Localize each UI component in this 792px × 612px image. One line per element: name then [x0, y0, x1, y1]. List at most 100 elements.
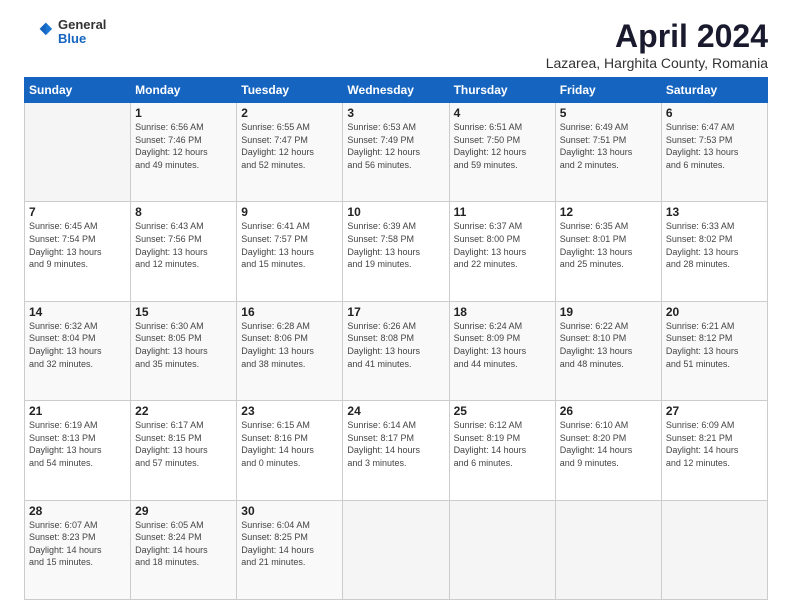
day-number: 13: [666, 205, 763, 219]
calendar-cell: 21Sunrise: 6:19 AMSunset: 8:13 PMDayligh…: [25, 401, 131, 500]
day-number: 30: [241, 504, 338, 518]
calendar-week-1: 1Sunrise: 6:56 AMSunset: 7:46 PMDaylight…: [25, 103, 768, 202]
calendar-cell: 22Sunrise: 6:17 AMSunset: 8:15 PMDayligh…: [131, 401, 237, 500]
day-number: 5: [560, 106, 657, 120]
column-header-wednesday: Wednesday: [343, 78, 449, 103]
logo-general: General: [58, 18, 106, 32]
day-number: 16: [241, 305, 338, 319]
calendar-cell: 20Sunrise: 6:21 AMSunset: 8:12 PMDayligh…: [661, 301, 767, 400]
calendar-cell: 9Sunrise: 6:41 AMSunset: 7:57 PMDaylight…: [237, 202, 343, 301]
calendar-cell: 12Sunrise: 6:35 AMSunset: 8:01 PMDayligh…: [555, 202, 661, 301]
day-info: Sunrise: 6:05 AMSunset: 8:24 PMDaylight:…: [135, 519, 232, 569]
column-header-saturday: Saturday: [661, 78, 767, 103]
page-subtitle: Lazarea, Harghita County, Romania: [546, 55, 768, 71]
day-info: Sunrise: 6:17 AMSunset: 8:15 PMDaylight:…: [135, 419, 232, 469]
logo-icon: [24, 18, 52, 46]
column-header-sunday: Sunday: [25, 78, 131, 103]
day-info: Sunrise: 6:30 AMSunset: 8:05 PMDaylight:…: [135, 320, 232, 370]
day-info: Sunrise: 6:04 AMSunset: 8:25 PMDaylight:…: [241, 519, 338, 569]
calendar-cell: 14Sunrise: 6:32 AMSunset: 8:04 PMDayligh…: [25, 301, 131, 400]
day-info: Sunrise: 6:56 AMSunset: 7:46 PMDaylight:…: [135, 121, 232, 171]
day-info: Sunrise: 6:37 AMSunset: 8:00 PMDaylight:…: [454, 220, 551, 270]
calendar-cell: 24Sunrise: 6:14 AMSunset: 8:17 PMDayligh…: [343, 401, 449, 500]
calendar-cell: 7Sunrise: 6:45 AMSunset: 7:54 PMDaylight…: [25, 202, 131, 301]
day-number: 8: [135, 205, 232, 219]
calendar-cell: 1Sunrise: 6:56 AMSunset: 7:46 PMDaylight…: [131, 103, 237, 202]
day-number: 21: [29, 404, 126, 418]
day-info: Sunrise: 6:32 AMSunset: 8:04 PMDaylight:…: [29, 320, 126, 370]
day-info: Sunrise: 6:53 AMSunset: 7:49 PMDaylight:…: [347, 121, 444, 171]
page: General Blue April 2024 Lazarea, Harghit…: [0, 0, 792, 612]
day-number: 14: [29, 305, 126, 319]
day-info: Sunrise: 6:49 AMSunset: 7:51 PMDaylight:…: [560, 121, 657, 171]
calendar-cell: 27Sunrise: 6:09 AMSunset: 8:21 PMDayligh…: [661, 401, 767, 500]
calendar-cell: 13Sunrise: 6:33 AMSunset: 8:02 PMDayligh…: [661, 202, 767, 301]
calendar-cell: 19Sunrise: 6:22 AMSunset: 8:10 PMDayligh…: [555, 301, 661, 400]
header: General Blue April 2024 Lazarea, Harghit…: [24, 18, 768, 71]
day-info: Sunrise: 6:41 AMSunset: 7:57 PMDaylight:…: [241, 220, 338, 270]
calendar-cell: 4Sunrise: 6:51 AMSunset: 7:50 PMDaylight…: [449, 103, 555, 202]
column-header-friday: Friday: [555, 78, 661, 103]
day-number: 17: [347, 305, 444, 319]
day-info: Sunrise: 6:45 AMSunset: 7:54 PMDaylight:…: [29, 220, 126, 270]
calendar-cell: [449, 500, 555, 599]
day-info: Sunrise: 6:33 AMSunset: 8:02 PMDaylight:…: [666, 220, 763, 270]
calendar-cell: 15Sunrise: 6:30 AMSunset: 8:05 PMDayligh…: [131, 301, 237, 400]
day-info: Sunrise: 6:24 AMSunset: 8:09 PMDaylight:…: [454, 320, 551, 370]
day-number: 18: [454, 305, 551, 319]
calendar-cell: 30Sunrise: 6:04 AMSunset: 8:25 PMDayligh…: [237, 500, 343, 599]
day-number: 28: [29, 504, 126, 518]
day-info: Sunrise: 6:19 AMSunset: 8:13 PMDaylight:…: [29, 419, 126, 469]
calendar-cell: 16Sunrise: 6:28 AMSunset: 8:06 PMDayligh…: [237, 301, 343, 400]
page-title: April 2024: [546, 18, 768, 55]
day-number: 11: [454, 205, 551, 219]
day-info: Sunrise: 6:51 AMSunset: 7:50 PMDaylight:…: [454, 121, 551, 171]
calendar-cell: 18Sunrise: 6:24 AMSunset: 8:09 PMDayligh…: [449, 301, 555, 400]
day-info: Sunrise: 6:14 AMSunset: 8:17 PMDaylight:…: [347, 419, 444, 469]
day-number: 4: [454, 106, 551, 120]
day-info: Sunrise: 6:21 AMSunset: 8:12 PMDaylight:…: [666, 320, 763, 370]
day-info: Sunrise: 6:26 AMSunset: 8:08 PMDaylight:…: [347, 320, 444, 370]
calendar-cell: 6Sunrise: 6:47 AMSunset: 7:53 PMDaylight…: [661, 103, 767, 202]
column-header-tuesday: Tuesday: [237, 78, 343, 103]
calendar-week-4: 21Sunrise: 6:19 AMSunset: 8:13 PMDayligh…: [25, 401, 768, 500]
calendar-body: 1Sunrise: 6:56 AMSunset: 7:46 PMDaylight…: [25, 103, 768, 600]
day-number: 10: [347, 205, 444, 219]
day-number: 15: [135, 305, 232, 319]
calendar-cell: [555, 500, 661, 599]
day-info: Sunrise: 6:09 AMSunset: 8:21 PMDaylight:…: [666, 419, 763, 469]
day-number: 9: [241, 205, 338, 219]
day-number: 25: [454, 404, 551, 418]
calendar-cell: 2Sunrise: 6:55 AMSunset: 7:47 PMDaylight…: [237, 103, 343, 202]
calendar-cell: 26Sunrise: 6:10 AMSunset: 8:20 PMDayligh…: [555, 401, 661, 500]
day-number: 29: [135, 504, 232, 518]
calendar-cell: 23Sunrise: 6:15 AMSunset: 8:16 PMDayligh…: [237, 401, 343, 500]
day-number: 3: [347, 106, 444, 120]
day-number: 22: [135, 404, 232, 418]
day-number: 23: [241, 404, 338, 418]
calendar-cell: 8Sunrise: 6:43 AMSunset: 7:56 PMDaylight…: [131, 202, 237, 301]
day-number: 6: [666, 106, 763, 120]
calendar-cell: 11Sunrise: 6:37 AMSunset: 8:00 PMDayligh…: [449, 202, 555, 301]
day-info: Sunrise: 6:22 AMSunset: 8:10 PMDaylight:…: [560, 320, 657, 370]
calendar-cell: 17Sunrise: 6:26 AMSunset: 8:08 PMDayligh…: [343, 301, 449, 400]
calendar-cell: [25, 103, 131, 202]
calendar-cell: 29Sunrise: 6:05 AMSunset: 8:24 PMDayligh…: [131, 500, 237, 599]
calendar-table: SundayMondayTuesdayWednesdayThursdayFrid…: [24, 77, 768, 600]
header-row: SundayMondayTuesdayWednesdayThursdayFrid…: [25, 78, 768, 103]
day-number: 12: [560, 205, 657, 219]
calendar-cell: [343, 500, 449, 599]
day-info: Sunrise: 6:35 AMSunset: 8:01 PMDaylight:…: [560, 220, 657, 270]
logo-text: General Blue: [58, 18, 106, 47]
logo-blue: Blue: [58, 32, 106, 46]
day-number: 26: [560, 404, 657, 418]
calendar-cell: 3Sunrise: 6:53 AMSunset: 7:49 PMDaylight…: [343, 103, 449, 202]
column-header-monday: Monday: [131, 78, 237, 103]
column-header-thursday: Thursday: [449, 78, 555, 103]
day-number: 27: [666, 404, 763, 418]
day-info: Sunrise: 6:12 AMSunset: 8:19 PMDaylight:…: [454, 419, 551, 469]
day-number: 2: [241, 106, 338, 120]
calendar-cell: 28Sunrise: 6:07 AMSunset: 8:23 PMDayligh…: [25, 500, 131, 599]
calendar-week-5: 28Sunrise: 6:07 AMSunset: 8:23 PMDayligh…: [25, 500, 768, 599]
day-info: Sunrise: 6:10 AMSunset: 8:20 PMDaylight:…: [560, 419, 657, 469]
